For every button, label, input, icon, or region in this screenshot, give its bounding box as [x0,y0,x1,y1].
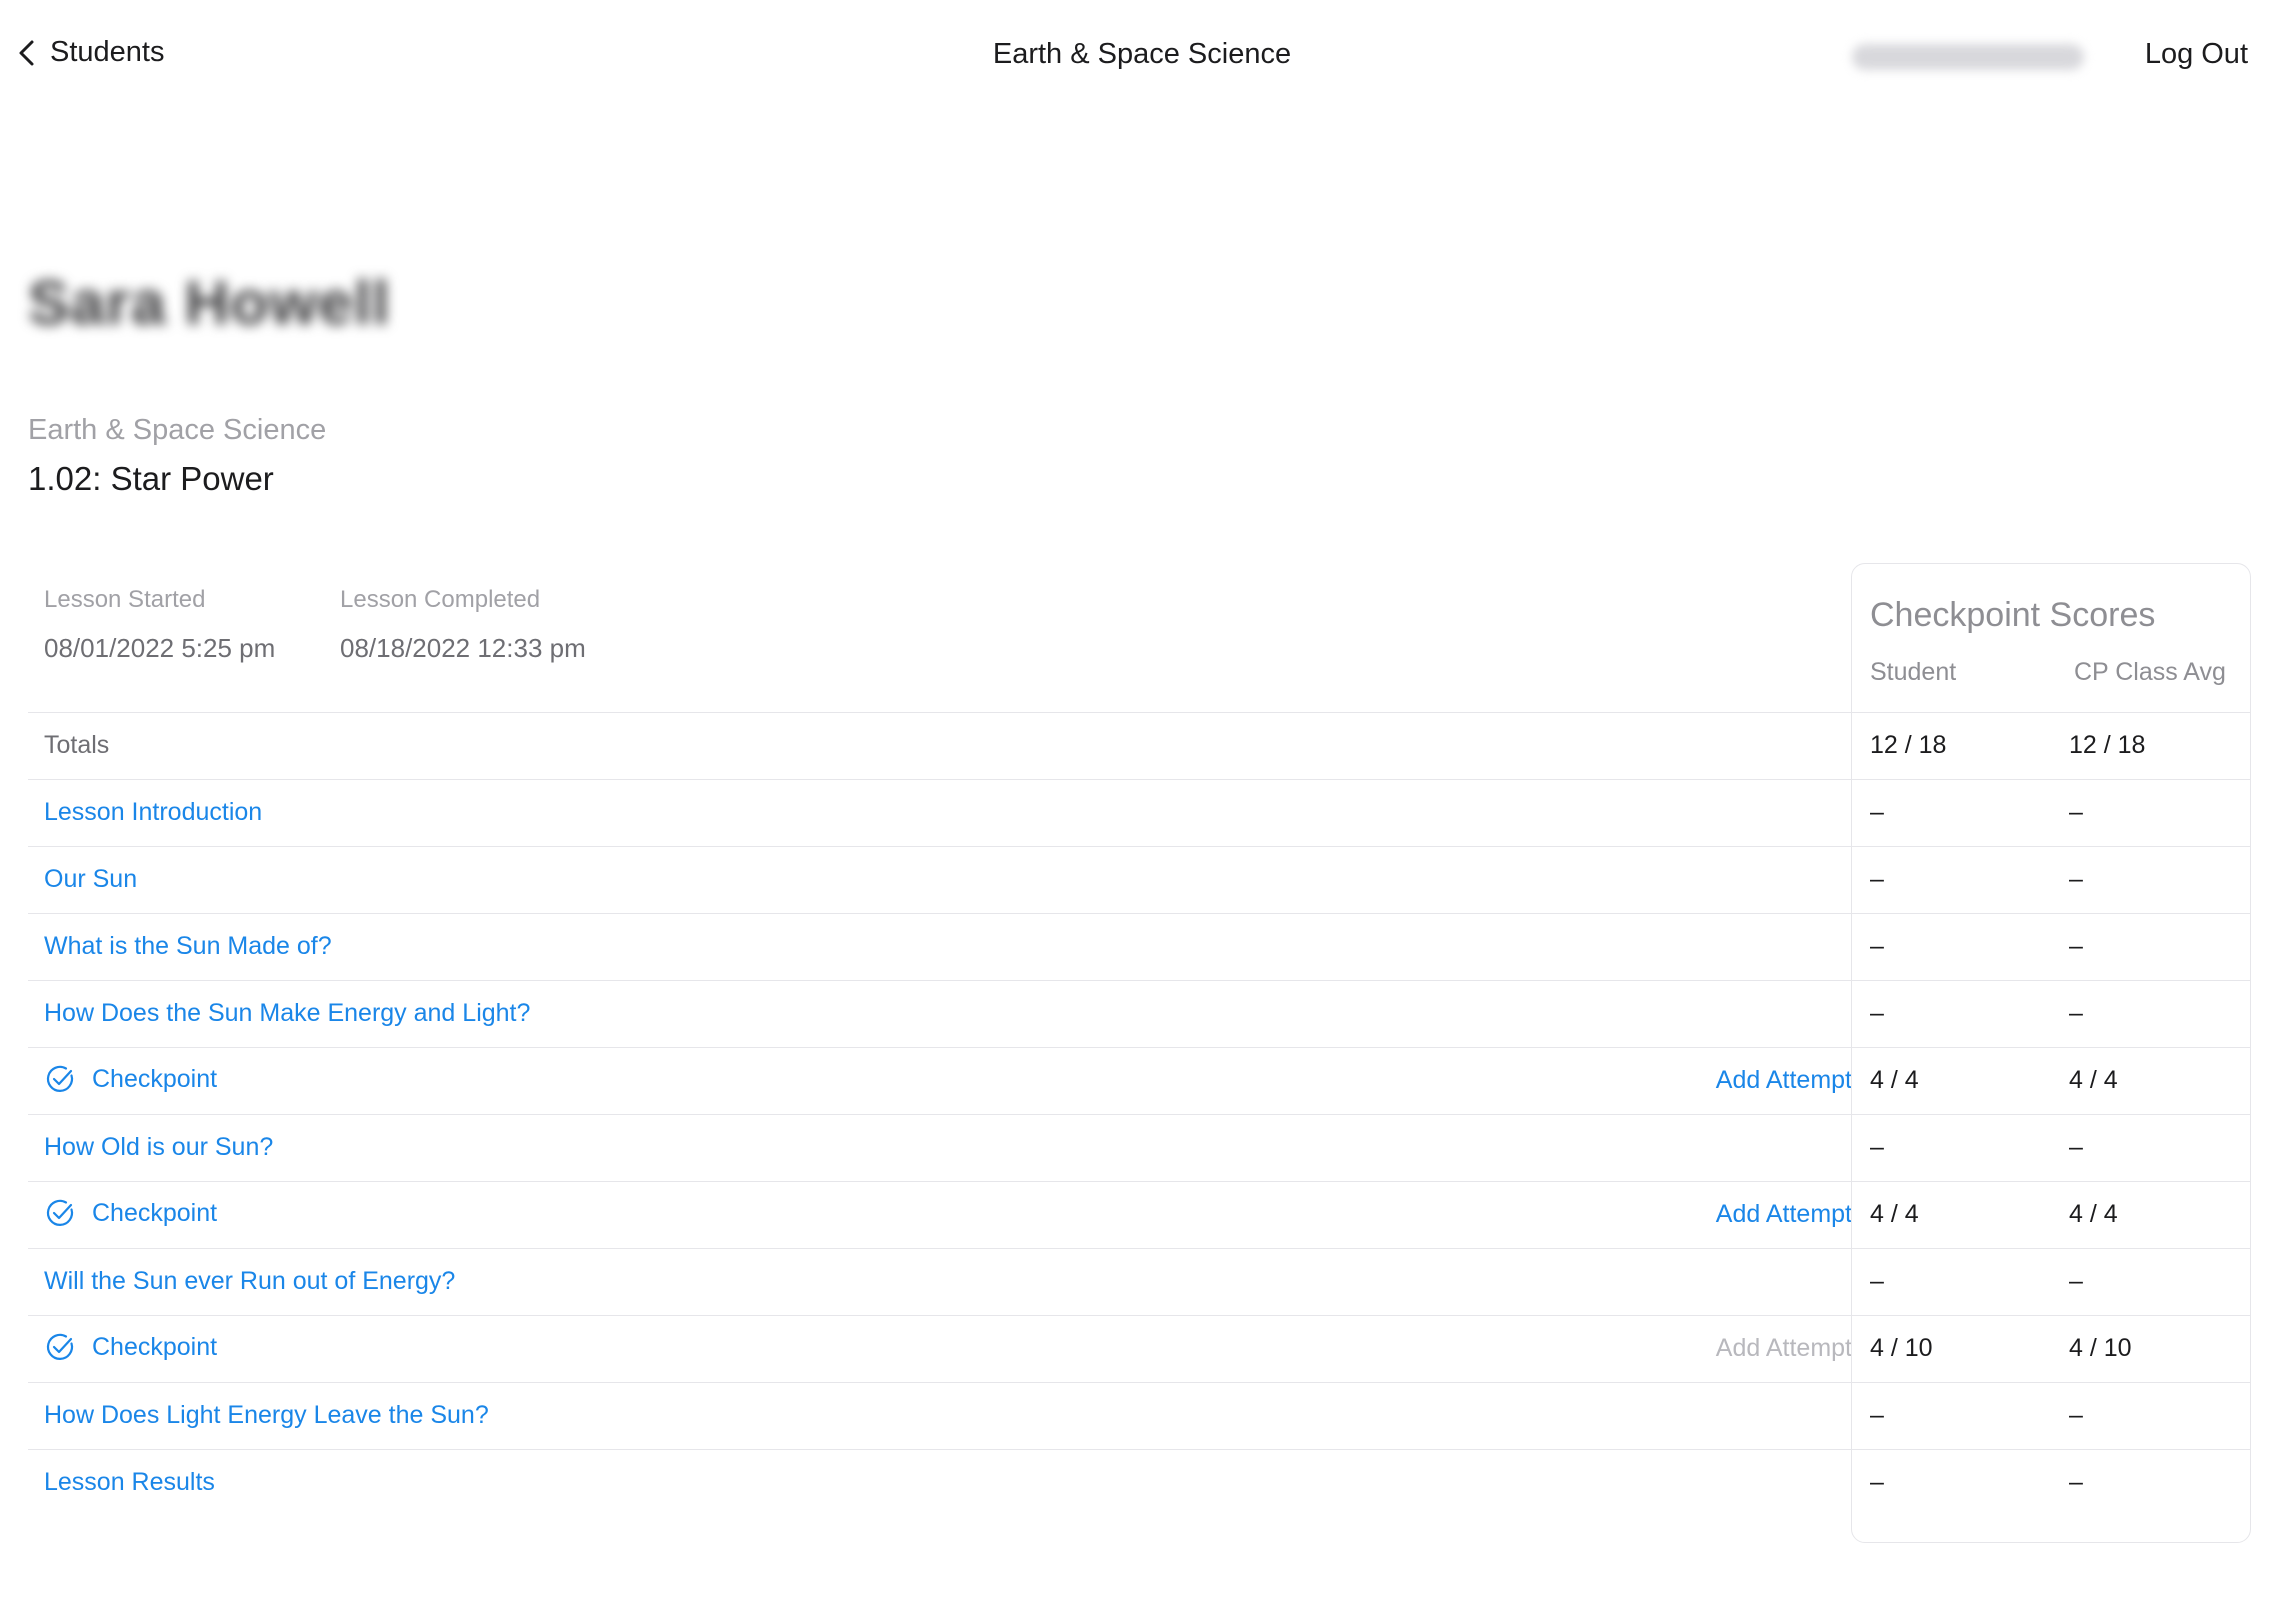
activity-link[interactable]: How Old is our Sun? [44,1133,273,1162]
checkpoint-label: Checkpoint [92,1332,218,1361]
student-score: 12 / 18 [1870,731,1947,759]
student-score: – [1870,1401,1884,1429]
class-avg-score: – [2069,1401,2083,1429]
student-score: – [1870,932,1884,960]
course-label: Earth & Space Science [28,414,327,446]
totals-label: Totals [44,731,110,759]
activity-link[interactable]: Lesson Introduction [44,798,262,827]
student-score: – [1870,1267,1884,1295]
student-score: – [1870,999,1884,1027]
table-row: Our Sun – – [28,846,2250,913]
column-divider [1851,981,1852,1047]
column-divider [1851,1450,1852,1516]
class-avg-score: 4 / 4 [2069,1200,2118,1228]
user-email-redacted [1852,44,2084,70]
activity-link[interactable]: Will the Sun ever Run out of Energy? [44,1267,455,1296]
class-avg-score: 4 / 10 [2069,1334,2132,1362]
column-divider [1851,1115,1852,1181]
table-row: What is the Sun Made of? – – [28,913,2250,980]
lesson-started-label: Lesson Started [44,586,206,613]
column-divider [1851,1316,1852,1382]
checkpoint-label: Checkpoint [92,1064,218,1093]
activity-link[interactable]: Lesson Results [44,1468,215,1497]
student-column-header: Student [1870,658,1957,686]
check-circle-icon [46,1333,74,1360]
column-divider [1851,780,1852,846]
activity-link[interactable]: What is the Sun Made of? [44,932,332,961]
lesson-started-value: 08/01/2022 5:25 pm [44,633,276,663]
table-row: How Does Light Energy Leave the Sun? – – [28,1382,2250,1449]
class-avg-score: 12 / 18 [2069,731,2146,759]
student-score: – [1870,865,1884,893]
checkpoint-scores-title: Checkpoint Scores [1870,596,2156,634]
class-avg-score: – [2069,1267,2083,1295]
column-divider [1851,1383,1852,1449]
checkpoint-row: Checkpoint Add Attempt 4 / 4 4 / 4 [28,1181,2250,1248]
activity-link[interactable]: Our Sun [44,865,137,894]
student-score: – [1870,1133,1884,1161]
student-score: 4 / 4 [1870,1066,1919,1094]
student-name: Sara Howell [28,269,391,338]
lesson-activity-table: Totals 12 / 18 12 / 18 Lesson Introducti… [28,712,2250,1516]
check-circle-icon [46,1199,74,1226]
lesson-title: 1.02: Star Power [28,460,274,497]
checkpoint-row: Checkpoint Add Attempt 4 / 10 4 / 10 [28,1315,2250,1382]
column-divider [1851,1249,1852,1315]
add-attempt-button[interactable]: Add Attempt [1716,1066,1852,1095]
table-row: How Does the Sun Make Energy and Light? … [28,980,2250,1047]
student-score: – [1870,1468,1884,1496]
class-avg-score: – [2069,865,2083,893]
column-divider [1851,1182,1852,1248]
checkpoint-link[interactable]: Checkpoint [44,1331,217,1363]
column-divider [1851,847,1852,913]
checkpoint-link[interactable]: Checkpoint [44,1197,217,1229]
activity-link[interactable]: How Does the Sun Make Energy and Light? [44,999,530,1028]
checkpoint-link[interactable]: Checkpoint [44,1063,217,1095]
class-avg-score: – [2069,1468,2083,1496]
table-row: Will the Sun ever Run out of Energy? – – [28,1248,2250,1315]
totals-row: Totals 12 / 18 12 / 18 [28,712,2250,779]
table-row: Lesson Introduction – – [28,779,2250,846]
column-divider [1851,713,1852,779]
add-attempt-button[interactable]: Add Attempt [1716,1200,1852,1229]
class-avg-column-header: CP Class Avg [2074,658,2226,686]
lesson-completed-value: 08/18/2022 12:33 pm [340,633,586,663]
lesson-completed-label: Lesson Completed [340,586,541,613]
logout-button[interactable]: Log Out [2145,38,2248,71]
check-circle-icon [46,1065,74,1092]
checkpoint-label: Checkpoint [92,1198,218,1227]
class-avg-score: – [2069,798,2083,826]
student-score: 4 / 10 [1870,1334,1933,1362]
top-bar: Students Earth & Space Science Log Out [0,0,2284,118]
add-attempt-button-disabled: Add Attempt [1715,1334,1852,1362]
class-avg-score: – [2069,1133,2083,1161]
column-divider [1851,914,1852,980]
student-score: – [1870,798,1884,826]
checkpoint-row: Checkpoint Add Attempt 4 / 4 4 / 4 [28,1047,2250,1114]
table-row: Lesson Results – – [28,1449,2250,1516]
column-divider [1851,1048,1852,1114]
class-avg-score: – [2069,999,2083,1027]
class-avg-score: – [2069,932,2083,960]
class-avg-score: 4 / 4 [2069,1066,2118,1094]
table-row: How Old is our Sun? – – [28,1114,2250,1181]
student-score: 4 / 4 [1870,1200,1919,1228]
activity-link[interactable]: How Does Light Energy Leave the Sun? [44,1401,489,1430]
